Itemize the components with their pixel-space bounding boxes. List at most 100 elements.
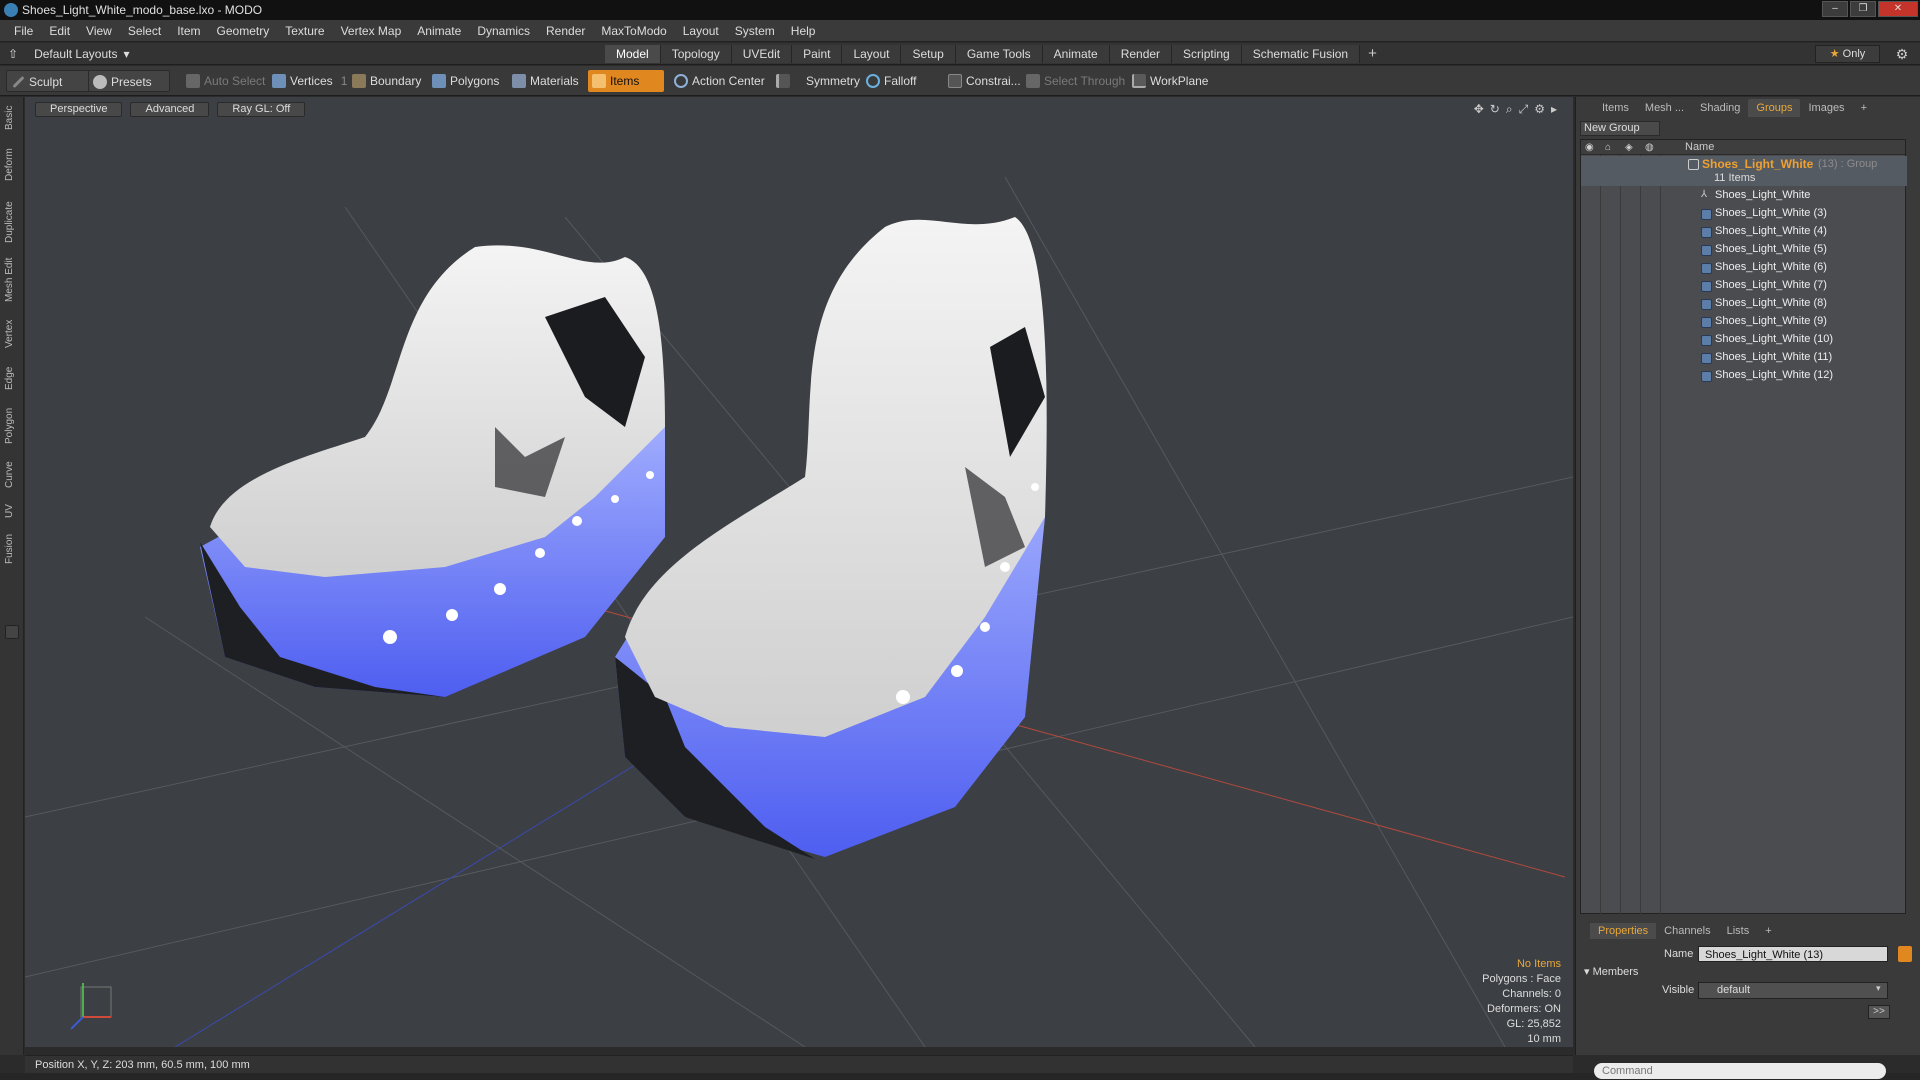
menu-file[interactable]: File	[6, 20, 41, 42]
list-item[interactable]: ⅄ Shoes_Light_White	[1581, 187, 1907, 205]
constraints-button[interactable]: Constrai...	[944, 70, 1027, 92]
workplane-button[interactable]: WorkPlane	[1128, 70, 1214, 92]
list-item[interactable]: Shoes_Light_White (4)	[1581, 223, 1907, 241]
menu-system[interactable]: System	[727, 20, 783, 42]
menu-maxtomodo[interactable]: MaxToModo	[593, 20, 674, 42]
expand-tabs-button[interactable]	[5, 625, 19, 639]
menu-view[interactable]: View	[78, 20, 120, 42]
selectable-icon[interactable]: ◍	[1645, 142, 1654, 153]
auto-select-button[interactable]: Auto Select	[182, 70, 271, 92]
polygons-button[interactable]: Polygons	[428, 70, 505, 92]
vtab-curve[interactable]: Curve	[4, 457, 20, 493]
menu-help[interactable]: Help	[783, 20, 824, 42]
viewport-arrow-icon[interactable]: ▸	[1551, 102, 1557, 117]
tab-paint[interactable]: Paint	[792, 45, 843, 63]
tab-mesh[interactable]: Mesh ...	[1637, 99, 1692, 117]
menu-animate[interactable]: Animate	[409, 20, 469, 42]
name-field[interactable]: Shoes_Light_White (13)	[1698, 946, 1888, 962]
sculpt-button[interactable]: Sculpt	[6, 70, 94, 92]
maximize-button[interactable]: ❐	[1850, 1, 1876, 17]
materials-button[interactable]: Materials	[508, 70, 585, 92]
vertices-button[interactable]: Vertices 1	[268, 70, 353, 92]
gear-icon[interactable]: ⚙	[1894, 46, 1910, 62]
falloff-button[interactable]: Falloff	[862, 70, 922, 92]
menu-vertex-map[interactable]: Vertex Map	[333, 20, 410, 42]
list-item[interactable]: Shoes_Light_White (7)	[1581, 277, 1907, 295]
vtab-mesh-edit[interactable]: Mesh Edit	[4, 255, 20, 305]
vtab-duplicate[interactable]: Duplicate	[4, 197, 20, 247]
tab-shading[interactable]: Shading	[1692, 99, 1748, 117]
tab-images[interactable]: Images	[1800, 99, 1852, 117]
only-button[interactable]: ★ Only	[1815, 45, 1880, 63]
presets-button[interactable]: Presets	[88, 70, 170, 92]
menu-item[interactable]: Item	[169, 20, 208, 42]
vtab-deform[interactable]: Deform	[4, 145, 20, 185]
viewport-gear-icon[interactable]: ⚙	[1534, 102, 1545, 117]
tab-game-tools[interactable]: Game Tools	[955, 45, 1043, 63]
action-center-button[interactable]: Action Center	[670, 70, 771, 92]
new-group-button[interactable]: New Group	[1580, 121, 1660, 136]
list-item[interactable]: Shoes_Light_White (3)	[1581, 205, 1907, 223]
menu-dynamics[interactable]: Dynamics	[469, 20, 538, 42]
tab-items[interactable]: Items	[1594, 99, 1637, 117]
menu-layout[interactable]: Layout	[675, 20, 727, 42]
tab-topology[interactable]: Topology	[660, 45, 732, 63]
vtab-fusion[interactable]: Fusion	[4, 529, 20, 569]
add-tab-button[interactable]: +	[1360, 45, 1385, 63]
pan-icon[interactable]: ✥	[1474, 102, 1484, 117]
tab-setup[interactable]: Setup	[901, 45, 956, 63]
layout-selector[interactable]: ⇧ Default Layouts ▾	[8, 46, 129, 62]
visible-select[interactable]: default	[1698, 982, 1888, 999]
tab-lists[interactable]: Lists	[1719, 923, 1758, 939]
vtab-vertex[interactable]: Vertex	[4, 315, 20, 353]
raygl-button[interactable]: Ray GL: Off	[217, 102, 306, 117]
list-item[interactable]: Shoes_Light_White (9)	[1581, 313, 1907, 331]
close-button[interactable]: ✕	[1878, 1, 1918, 17]
fit-icon[interactable]: ⤢	[1519, 102, 1529, 117]
list-item[interactable]: Shoes_Light_White (11)	[1581, 349, 1907, 367]
list-item[interactable]: Shoes_Light_White (8)	[1581, 295, 1907, 313]
group-row[interactable]: Shoes_Light_White (13) : Group 11 Items	[1581, 156, 1907, 186]
tab-model[interactable]: Model	[605, 45, 661, 63]
vtab-polygon[interactable]: Polygon	[4, 403, 20, 449]
select-through-button[interactable]: Select Through	[1022, 70, 1131, 92]
menu-geometry[interactable]: Geometry	[209, 20, 278, 42]
list-item[interactable]: Shoes_Light_White (6)	[1581, 259, 1907, 277]
add-properties-tab-button[interactable]: +	[1757, 923, 1779, 939]
menu-select[interactable]: Select	[120, 20, 169, 42]
tab-schematic-fusion[interactable]: Schematic Fusion	[1241, 45, 1361, 63]
rotate-icon[interactable]: ↻	[1490, 102, 1500, 117]
color-swatch[interactable]	[1898, 946, 1912, 962]
list-item[interactable]: Shoes_Light_White (12)	[1581, 367, 1907, 385]
render-icon[interactable]: ◈	[1625, 142, 1633, 153]
tab-scripting[interactable]: Scripting	[1172, 45, 1242, 63]
boundary-button[interactable]: Boundary	[348, 70, 427, 92]
tab-animate[interactable]: Animate	[1042, 45, 1110, 63]
menu-edit[interactable]: Edit	[41, 20, 78, 42]
command-input[interactable]: Command	[1594, 1063, 1886, 1079]
tab-uvedit[interactable]: UVEdit	[731, 45, 793, 63]
expand-button[interactable]: >>	[1868, 1005, 1890, 1019]
tab-render[interactable]: Render	[1109, 45, 1173, 63]
add-panel-tab-button[interactable]: +	[1853, 99, 1875, 117]
items-button[interactable]: Items	[588, 70, 664, 92]
lock-icon[interactable]: ⌂	[1605, 142, 1611, 153]
vtab-uv[interactable]: UV	[4, 501, 20, 521]
zoom-icon[interactable]: ⌕	[1506, 102, 1513, 117]
eye-icon[interactable]: ◉	[1585, 142, 1594, 153]
list-item[interactable]: Shoes_Light_White (10)	[1581, 331, 1907, 349]
minimize-button[interactable]: –	[1822, 1, 1848, 17]
tab-layout[interactable]: Layout	[842, 45, 902, 63]
tab-groups[interactable]: Groups	[1748, 99, 1801, 117]
menu-texture[interactable]: Texture	[277, 20, 332, 42]
perspective-button[interactable]: Perspective	[35, 102, 123, 117]
list-item[interactable]: Shoes_Light_White (5)	[1581, 241, 1907, 259]
menu-render[interactable]: Render	[538, 20, 593, 42]
vtab-edge[interactable]: Edge	[4, 363, 20, 393]
symmetry-button[interactable]: Symmetry	[772, 70, 866, 92]
tab-properties[interactable]: Properties	[1590, 923, 1657, 939]
vtab-basic[interactable]: Basic	[4, 103, 20, 133]
advanced-button[interactable]: Advanced	[130, 102, 210, 117]
tab-channels[interactable]: Channels	[1656, 923, 1718, 939]
3d-viewport[interactable]: Perspective Advanced Ray GL: Off ✥ ↻ ⌕ ⤢…	[25, 97, 1573, 1047]
